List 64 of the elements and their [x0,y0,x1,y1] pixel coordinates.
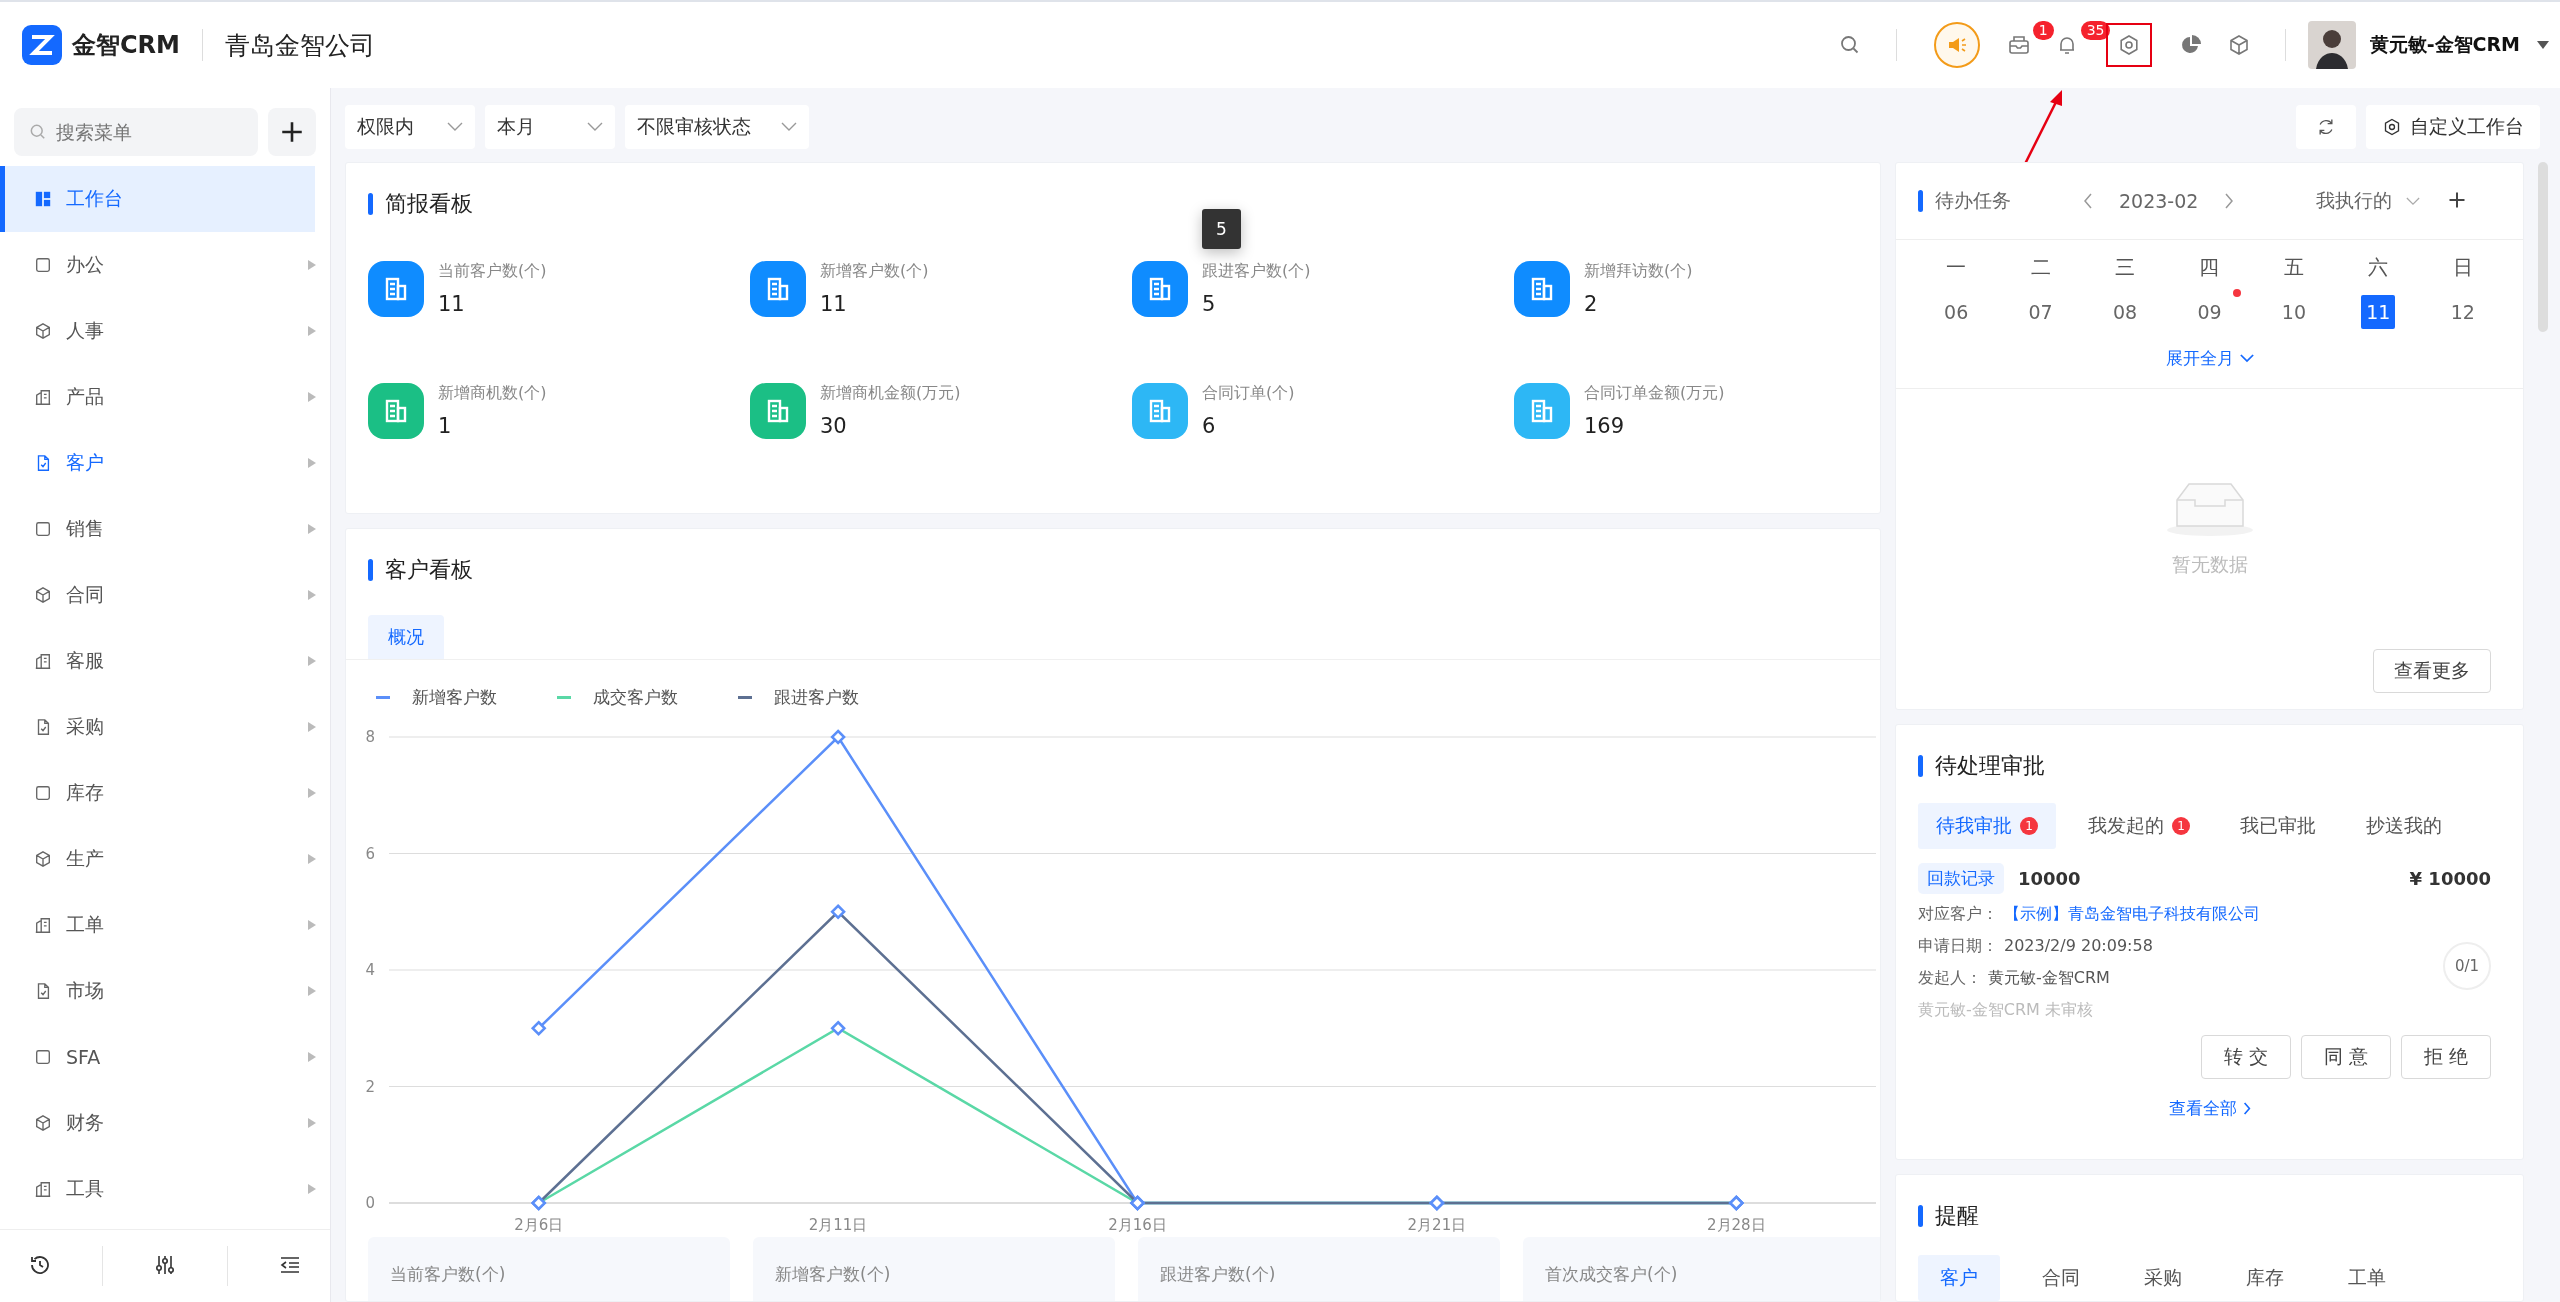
legend-label: 跟进客户数 [774,686,859,709]
status-text: 黄元敏-金智CRM 未审核 [1918,999,2093,1021]
axis-label: 6 [365,844,375,863]
progress-circle: 0/1 [2443,941,2491,990]
summary-label: 当前客户数(个) [390,1264,506,1284]
stat-value: 1 [438,414,453,438]
axis-label: 2月6日 [514,1216,564,1233]
empty-message: 暂无数据 [2171,551,2248,577]
axis-label: 8 [365,728,375,746]
notification-badge: 35 [2080,21,2111,40]
field-value: 黄元敏-金智CRM [1988,967,2110,989]
stat-value: 169 [1584,414,1626,438]
field-label: 对应客户： [1918,903,1998,925]
record-number: 10000 [2018,867,2081,889]
tooltip: 5 [1202,209,1241,249]
axis-label: 2月16日 [1108,1216,1167,1233]
stat-label: 当前客户数(个) [438,261,547,282]
weekday-label: 四 [2198,254,2221,281]
field-label: 申请日期： [1918,935,1998,957]
summary-label: 首次成交客户(个) [1545,1264,1678,1284]
weekday-label: 二 [2029,254,2052,281]
legend-label: 成交客户数 [593,686,678,709]
stat-value: 6 [1202,414,1217,438]
stat-value: 11 [820,292,848,316]
card-title: 提醒 [1935,1202,1979,1230]
weekday-label: 三 [2114,254,2137,281]
record-amount: ¥ 10000 [2409,867,2491,889]
weekday-label: 五 [2282,254,2305,281]
stat-value: 30 [820,414,848,438]
axis-label: 4 [365,961,375,979]
stat-label: 新增商机数(个) [438,383,547,404]
weekday-label: 一 [1945,254,1968,281]
summary-label: 跟进客户数(个) [1160,1264,1276,1284]
summary-label: 新增客户数(个) [775,1264,891,1284]
stat-label: 跟进客户数(个) [1202,261,1311,282]
stat-value: 11 [438,292,466,316]
company-name: 青岛金智公司 [225,29,375,62]
field-value: 2023/2/9 20:09:58 [2004,935,2153,957]
stat-label: 新增商机金额(万元) [820,383,961,404]
axis-label: 2月11日 [808,1216,868,1233]
count-badge: 1 [2172,816,2190,835]
weekday-label: 日 [2451,254,2474,281]
axis-label: 2月28日 [1707,1216,1766,1233]
stat-label: 合同订单金额(万元) [1584,383,1725,404]
field-label: 发起人： [1918,967,1982,989]
stat-value: 5 [1202,292,1217,316]
month-label: 2023-02 [2119,190,2199,212]
axis-label: 0 [365,1194,375,1212]
notification-badge: 1 [2032,21,2054,40]
card-title: 待处理审批 [1935,751,2045,780]
axis-label: 2月21日 [1407,1216,1467,1233]
logo-text: 金智CRM [72,30,180,61]
card-title: 待办任务 [1935,188,2011,213]
legend-label: 新增客户数 [412,686,497,709]
card-title: 简报看板 [385,190,473,218]
stat-label: 新增拜访数(个) [1584,261,1693,282]
axis-label: 2 [365,1077,375,1096]
record-tag: 回款记录 [1918,862,2004,894]
count-badge: 1 [2020,816,2038,835]
stat-label: 新增客户数(个) [820,261,929,282]
stat-value: 2 [1584,292,1599,316]
stat-label: 合同订单(个) [1202,383,1295,404]
card-title: 客户看板 [385,556,473,584]
weekday-label: 六 [2367,254,2390,281]
